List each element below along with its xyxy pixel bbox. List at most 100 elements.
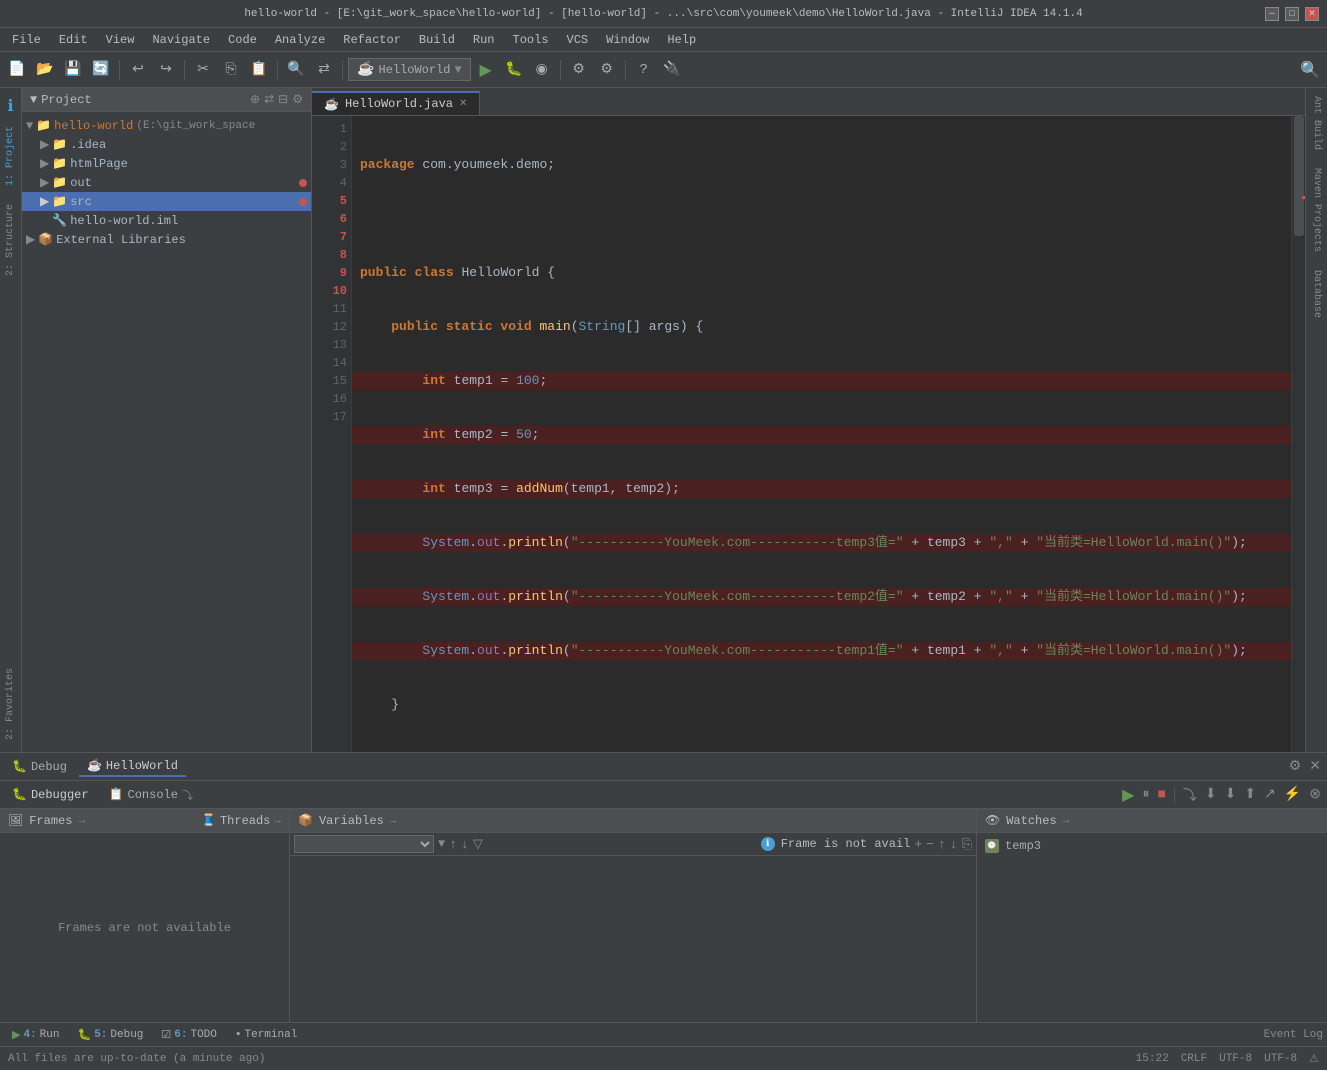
tree-item-src[interactable]: ▶ 📁 src <box>22 192 311 211</box>
project-action-collapse[interactable]: ⊟ <box>278 92 288 107</box>
editor-scrollbar[interactable] <box>1291 116 1305 752</box>
bottom-tab-terminal[interactable]: ▪ Terminal <box>227 1027 305 1043</box>
step-into-btn[interactable]: ⬇ <box>1203 784 1219 805</box>
tree-item-htmlpage[interactable]: ▶ 📁 htmlPage <box>22 154 311 173</box>
toolbar-paste-btn[interactable]: 📋 <box>246 57 272 83</box>
var-down-btn[interactable]: ↓ <box>461 837 469 852</box>
warnings-icon[interactable]: ⚠ <box>1309 1052 1319 1066</box>
stop-all-btn[interactable]: ⊗ <box>1307 784 1323 805</box>
editor-tab-helloworld[interactable]: ☕ HelloWorld.java ✕ <box>312 91 480 115</box>
debug-session-tab-debug[interactable]: 🐛 Debug <box>4 757 75 776</box>
toolbar-cut-btn[interactable]: ✂ <box>190 57 216 83</box>
menu-analyze[interactable]: Analyze <box>267 31 333 49</box>
ant-build-tab[interactable]: Ant Build <box>1309 88 1324 158</box>
maximize-button[interactable]: □ <box>1285 7 1299 21</box>
tree-item-external-libs[interactable]: ▶ 📦 External Libraries <box>22 230 311 249</box>
menu-edit[interactable]: Edit <box>51 31 96 49</box>
menu-view[interactable]: View <box>98 31 143 49</box>
resume-button[interactable]: ▶ <box>1120 783 1136 807</box>
debug-run-button[interactable]: 🐛 <box>501 57 527 83</box>
stop-button[interactable]: ■ <box>1155 785 1167 805</box>
threads-expand-icon[interactable]: → <box>274 815 281 827</box>
project-action-sync[interactable]: ⇄ <box>264 92 274 107</box>
var-down2-btn[interactable]: ↓ <box>950 837 958 852</box>
event-log-label[interactable]: Event Log <box>1264 1029 1323 1041</box>
toolbar-sdk-btn[interactable]: ⚙ <box>566 57 592 83</box>
bottom-tab-run[interactable]: ▶ 4: Run <box>4 1026 67 1044</box>
pause-button[interactable]: ⏸ <box>1140 785 1151 805</box>
menu-file[interactable]: File <box>4 31 49 49</box>
scroll-thumb[interactable] <box>1294 116 1304 236</box>
toolbar-new-btn[interactable]: 📄 <box>4 57 30 83</box>
run-with-coverage-btn[interactable]: ◉ <box>529 57 555 83</box>
menu-build[interactable]: Build <box>411 31 463 49</box>
toolbar-save-btn[interactable]: 💾 <box>60 57 86 83</box>
toolbar-replace-btn[interactable]: ⇄ <box>311 57 337 83</box>
menu-tools[interactable]: Tools <box>505 31 557 49</box>
step-out-btn[interactable]: ⬆ <box>1242 784 1258 805</box>
var-filter-btn[interactable]: ▽ <box>473 837 483 852</box>
frames-expand-icon[interactable]: → <box>78 815 85 827</box>
minimize-button[interactable]: ─ <box>1265 7 1279 21</box>
toolbar-plugins-btn[interactable]: 🔌 <box>659 57 685 83</box>
project-action-settings[interactable]: ⚙ <box>292 92 303 107</box>
menu-help[interactable]: Help <box>659 31 704 49</box>
bottom-tab-todo[interactable]: ☑ 6: TODO <box>153 1026 224 1044</box>
project-action-add[interactable]: ⊕ <box>250 92 260 107</box>
toolbar-sep-6 <box>625 60 626 80</box>
watches-expand-icon[interactable]: → <box>1063 815 1070 827</box>
bottom-tab-debug[interactable]: 🐛 5: Debug <box>69 1026 151 1044</box>
menu-run[interactable]: Run <box>465 31 503 49</box>
maven-projects-tab[interactable]: Maven Projects <box>1309 160 1324 260</box>
var-minus-btn[interactable]: − <box>926 837 934 852</box>
tree-item-root[interactable]: ▼ 📁 hello-world (E:\git_work_space <box>22 116 311 135</box>
debug-settings-icon[interactable]: ⚙ <box>1287 756 1304 777</box>
run-config-selector[interactable]: ☕ HelloWorld ▼ <box>348 58 471 81</box>
cursor-position[interactable]: 15:22 <box>1136 1053 1169 1065</box>
debug-close-icon[interactable]: ✕ <box>1307 756 1323 777</box>
project-dropdown-icon[interactable]: ▼ <box>30 93 37 107</box>
console-tab[interactable]: 📋 Console ⤵ <box>101 785 201 805</box>
menu-vcs[interactable]: VCS <box>559 31 597 49</box>
menu-navigate[interactable]: Navigate <box>144 31 218 49</box>
var-copy-btn[interactable]: ⎘ <box>962 837 972 852</box>
step-over-btn[interactable]: ⤵ <box>1181 783 1199 807</box>
evaluate-expr-btn[interactable]: ⚡ <box>1282 784 1303 805</box>
variables-expand-icon[interactable]: → <box>390 815 397 827</box>
toolbar-undo-btn[interactable]: ↩ <box>125 57 151 83</box>
database-tab[interactable]: Database <box>1309 262 1324 326</box>
line-ending[interactable]: CRLF <box>1181 1053 1207 1065</box>
code-area[interactable]: package com.youmeek.demo; public class H… <box>352 116 1291 752</box>
frame-selector[interactable] <box>294 835 434 853</box>
favorites-tab-label[interactable]: 2: Favorites <box>3 664 18 744</box>
toolbar-redo-btn[interactable]: ↪ <box>153 57 179 83</box>
close-button[interactable]: ✕ <box>1305 7 1319 21</box>
project-tab-label[interactable]: 1: Project <box>3 122 18 190</box>
intellij-icon[interactable]: ℹ <box>3 92 17 120</box>
var-add-watch-btn[interactable]: + <box>914 837 922 852</box>
menu-window[interactable]: Window <box>598 31 657 49</box>
toolbar-settings-btn[interactable]: ⚙ <box>594 57 620 83</box>
run-button[interactable]: ▶ <box>473 57 499 83</box>
toolbar-search-everywhere[interactable]: 🔍 <box>1297 57 1323 83</box>
editor-content[interactable]: 1 2 3 4 5 6 7 8 <box>312 116 1305 752</box>
tree-item-out[interactable]: ▶ 📁 out <box>22 173 311 192</box>
run-to-cursor-btn[interactable]: ↗ <box>1262 784 1278 805</box>
tree-item-idea[interactable]: ▶ 📁 .idea <box>22 135 311 154</box>
force-step-into-btn[interactable]: ⬇ <box>1223 784 1239 805</box>
var-up2-btn[interactable]: ↑ <box>938 837 946 852</box>
menu-refactor[interactable]: Refactor <box>335 31 409 49</box>
toolbar-find-btn[interactable]: 🔍 <box>283 57 309 83</box>
debugger-tab[interactable]: 🐛 Debugger <box>4 785 97 804</box>
debug-session-tab-helloworld[interactable]: ☕ HelloWorld <box>79 756 186 777</box>
toolbar-sync-btn[interactable]: 🔄 <box>88 57 114 83</box>
tab-close-icon[interactable]: ✕ <box>459 98 467 110</box>
toolbar-help-btn[interactable]: ? <box>631 57 657 83</box>
menu-code[interactable]: Code <box>220 31 265 49</box>
toolbar-copy-btn[interactable]: ⎘ <box>218 57 244 83</box>
structure-tab-label[interactable]: 2: Structure <box>3 200 18 280</box>
encoding[interactable]: UTF-8 <box>1219 1053 1252 1065</box>
var-up-btn[interactable]: ↑ <box>449 837 457 852</box>
tree-item-iml[interactable]: ▶ 🔧 hello-world.iml <box>22 211 311 230</box>
toolbar-open-btn[interactable]: 📂 <box>32 57 58 83</box>
